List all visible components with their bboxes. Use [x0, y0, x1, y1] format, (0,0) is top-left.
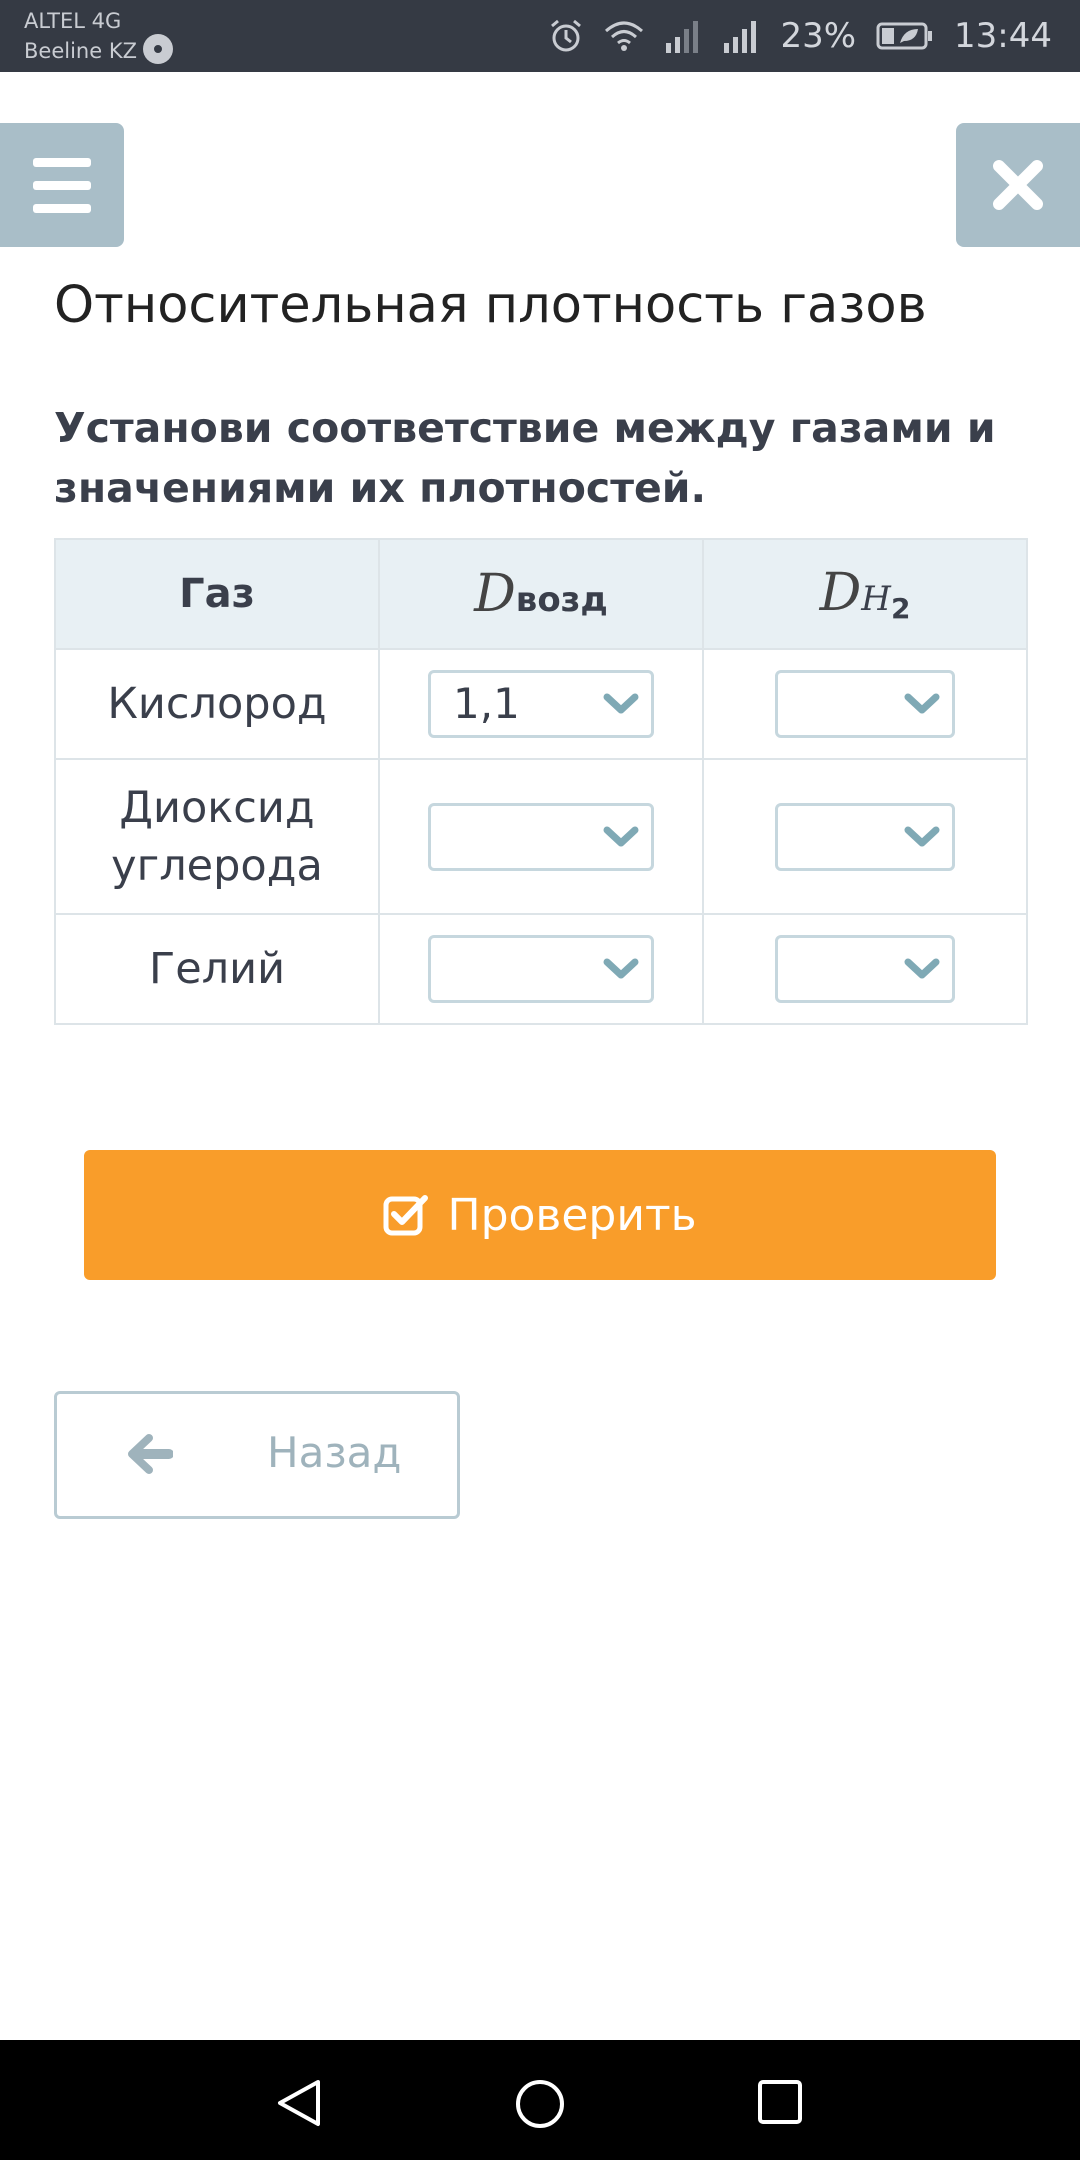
signal-1-icon [666, 21, 699, 53]
d-h2-sub-index: 2 [890, 591, 911, 625]
d-h2-sub-letter: H [861, 579, 891, 620]
chevron-down-icon [603, 826, 639, 846]
table-row: Диоксид углерода [54, 758, 1028, 915]
header-gas: Газ [54, 538, 380, 650]
check-button-label: Проверить [447, 1189, 697, 1241]
h2-density-select[interactable] [775, 670, 955, 738]
air-density-select[interactable]: 1,1 [428, 670, 654, 738]
header-d-air: Dвозд [378, 538, 704, 650]
battery-percent: 23% [780, 16, 857, 56]
chrome-icon [142, 34, 173, 64]
selected-value: 1,1 [453, 679, 520, 728]
h2-density-select[interactable] [775, 935, 955, 1003]
close-icon [993, 160, 1043, 210]
chevron-down-icon [904, 826, 940, 846]
back-triangle-icon[interactable] [274, 2078, 324, 2128]
gas-name-line-2: углерода [111, 840, 323, 891]
check-square-icon [383, 1195, 429, 1236]
back-button-label: Назад [267, 1428, 402, 1477]
system-nav-bar [0, 2040, 1080, 2160]
gas-name-line-1: Диоксид [119, 782, 315, 833]
carrier-1: ALTEL 4G [24, 9, 122, 33]
status-icons: 23% 13:44 [548, 14, 1052, 58]
chevron-down-icon [603, 958, 639, 979]
menu-button[interactable] [0, 123, 124, 247]
back-button[interactable]: Назад [54, 1391, 460, 1519]
d-h2-symbol: D [819, 563, 862, 624]
gas-name: Гелий [54, 913, 380, 1025]
home-circle-icon[interactable] [514, 2078, 566, 2130]
air-density-select[interactable] [428, 935, 654, 1003]
table-row: Гелий [54, 913, 1028, 1025]
header-d-h2: DH2 [702, 538, 1028, 650]
d-air-subscript: возд [515, 580, 608, 620]
matching-table: Газ Dвозд DH2 Кислород 1,1 Диоксид углер… [54, 538, 1028, 1025]
wifi-icon [605, 21, 644, 51]
status-bar: ALTEL 4G Beeline KZ 23% 13:44 [0, 0, 1080, 72]
carrier-info: ALTEL 4G Beeline KZ [24, 6, 173, 67]
air-density-select[interactable] [428, 802, 654, 871]
table-row: Кислород 1,1 [54, 648, 1028, 760]
chevron-down-icon [904, 958, 940, 979]
gas-name: Диоксид углерода [54, 758, 380, 915]
check-button[interactable]: Проверить [84, 1150, 996, 1280]
table-header-row: Газ Dвозд DH2 [54, 538, 1028, 650]
signal-2-icon [724, 21, 757, 53]
recents-square-icon[interactable] [756, 2078, 804, 2126]
alarm-icon [551, 19, 582, 52]
clock: 13:44 [954, 16, 1052, 56]
chevron-down-icon [603, 693, 639, 714]
gas-name: Кислород [54, 648, 380, 760]
page-title: Относительная плотность газов [54, 276, 927, 336]
arrow-left-icon [128, 1434, 173, 1474]
carrier-2: Beeline KZ [24, 39, 137, 63]
close-button[interactable] [956, 123, 1080, 247]
question-text: Установи соответствие между газами и зна… [54, 404, 996, 512]
chevron-down-icon [904, 693, 940, 714]
d-air-symbol: D [474, 564, 516, 624]
h2-density-select[interactable] [775, 802, 955, 871]
battery-icon [876, 22, 933, 50]
